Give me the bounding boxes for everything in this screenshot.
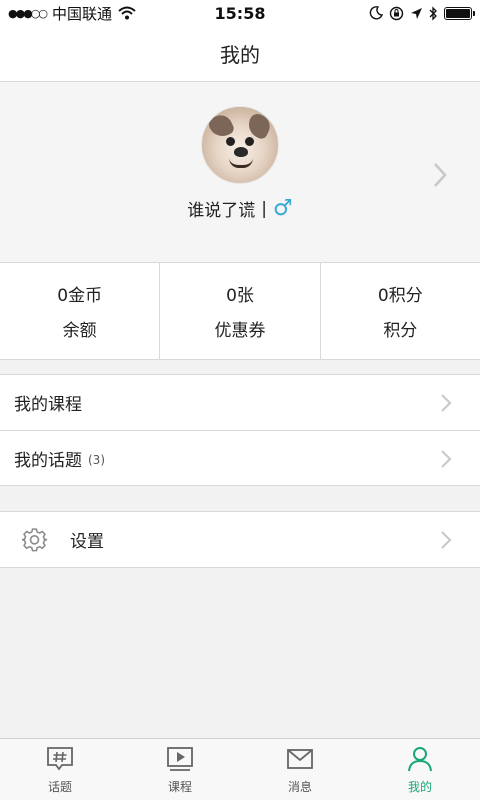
avatar[interactable]	[201, 106, 279, 184]
stat-value: 0金币	[57, 286, 103, 306]
status-left: ●●●○○ 中国联通	[8, 3, 136, 24]
chevron-right-icon	[441, 531, 452, 549]
bluetooth-icon	[429, 5, 437, 21]
profile-icon	[408, 747, 432, 772]
tab-label: 课程	[167, 780, 192, 794]
account-stats: 0金币 余额 0张 优惠券 0积分 积分	[0, 262, 480, 360]
stat-points[interactable]: 0积分 积分	[319, 263, 480, 359]
stat-coupons[interactable]: 0张 优惠券	[159, 263, 319, 359]
status-right	[369, 5, 475, 21]
menu-item-label: 设置	[70, 532, 104, 552]
profile-name-row: 谁说了谎 | ♂	[187, 196, 292, 221]
stat-balance[interactable]: 0金币 余额	[0, 263, 159, 359]
stat-label: 余额	[62, 321, 97, 341]
stat-value: 0积分	[377, 286, 423, 306]
profile-header[interactable]: 谁说了谎 | ♂	[0, 82, 480, 262]
menu-group-content: 我的课程 我的话题 (3)	[0, 374, 480, 486]
tab-label: 我的	[407, 780, 432, 794]
tab-courses[interactable]: 课程	[120, 739, 240, 800]
signal-strength: ●●●○○	[8, 6, 48, 20]
carrier-name: 中国联通	[52, 4, 113, 23]
my-courses-item[interactable]: 我的课程	[0, 375, 480, 430]
chevron-right-icon[interactable]	[432, 162, 448, 188]
tab-label: 话题	[47, 780, 72, 794]
stat-label: 积分	[383, 321, 418, 341]
nav-bar: 我的	[0, 26, 480, 82]
menu-group-settings: 设置	[0, 511, 480, 568]
gear-icon	[22, 527, 48, 551]
user-name: 谁说了谎	[187, 201, 256, 221]
settings-item[interactable]: 设置	[0, 512, 480, 567]
moon-icon	[369, 6, 383, 20]
wifi-icon	[118, 6, 136, 20]
menu-item-label: 我的话题	[14, 450, 82, 471]
tab-topics[interactable]: 话题	[0, 739, 120, 800]
chevron-right-icon	[441, 450, 452, 468]
name-separator: |	[261, 198, 267, 219]
tab-label: 消息	[287, 780, 312, 794]
tab-messages[interactable]: 消息	[240, 739, 360, 800]
topic-icon	[47, 747, 73, 771]
message-icon	[287, 749, 313, 769]
rotation-lock-icon	[389, 6, 404, 20]
status-bar: ●●●○○ 中国联通 15:58	[0, 0, 480, 26]
tab-profile[interactable]: 我的	[360, 739, 480, 800]
topic-count: (3)	[88, 452, 105, 467]
location-icon	[411, 7, 422, 19]
battery-icon	[444, 6, 475, 20]
tab-bar: 话题 课程 消息 我的	[0, 738, 480, 800]
course-icon	[167, 747, 193, 771]
menu-item-label: 我的课程	[14, 395, 82, 415]
stat-label: 优惠券	[214, 321, 266, 341]
stat-value: 0张	[226, 286, 254, 306]
my-topics-item[interactable]: 我的话题 (3)	[0, 430, 480, 485]
chevron-right-icon	[441, 394, 452, 412]
male-icon: ♂	[273, 195, 293, 221]
page-title: 我的	[220, 43, 260, 67]
